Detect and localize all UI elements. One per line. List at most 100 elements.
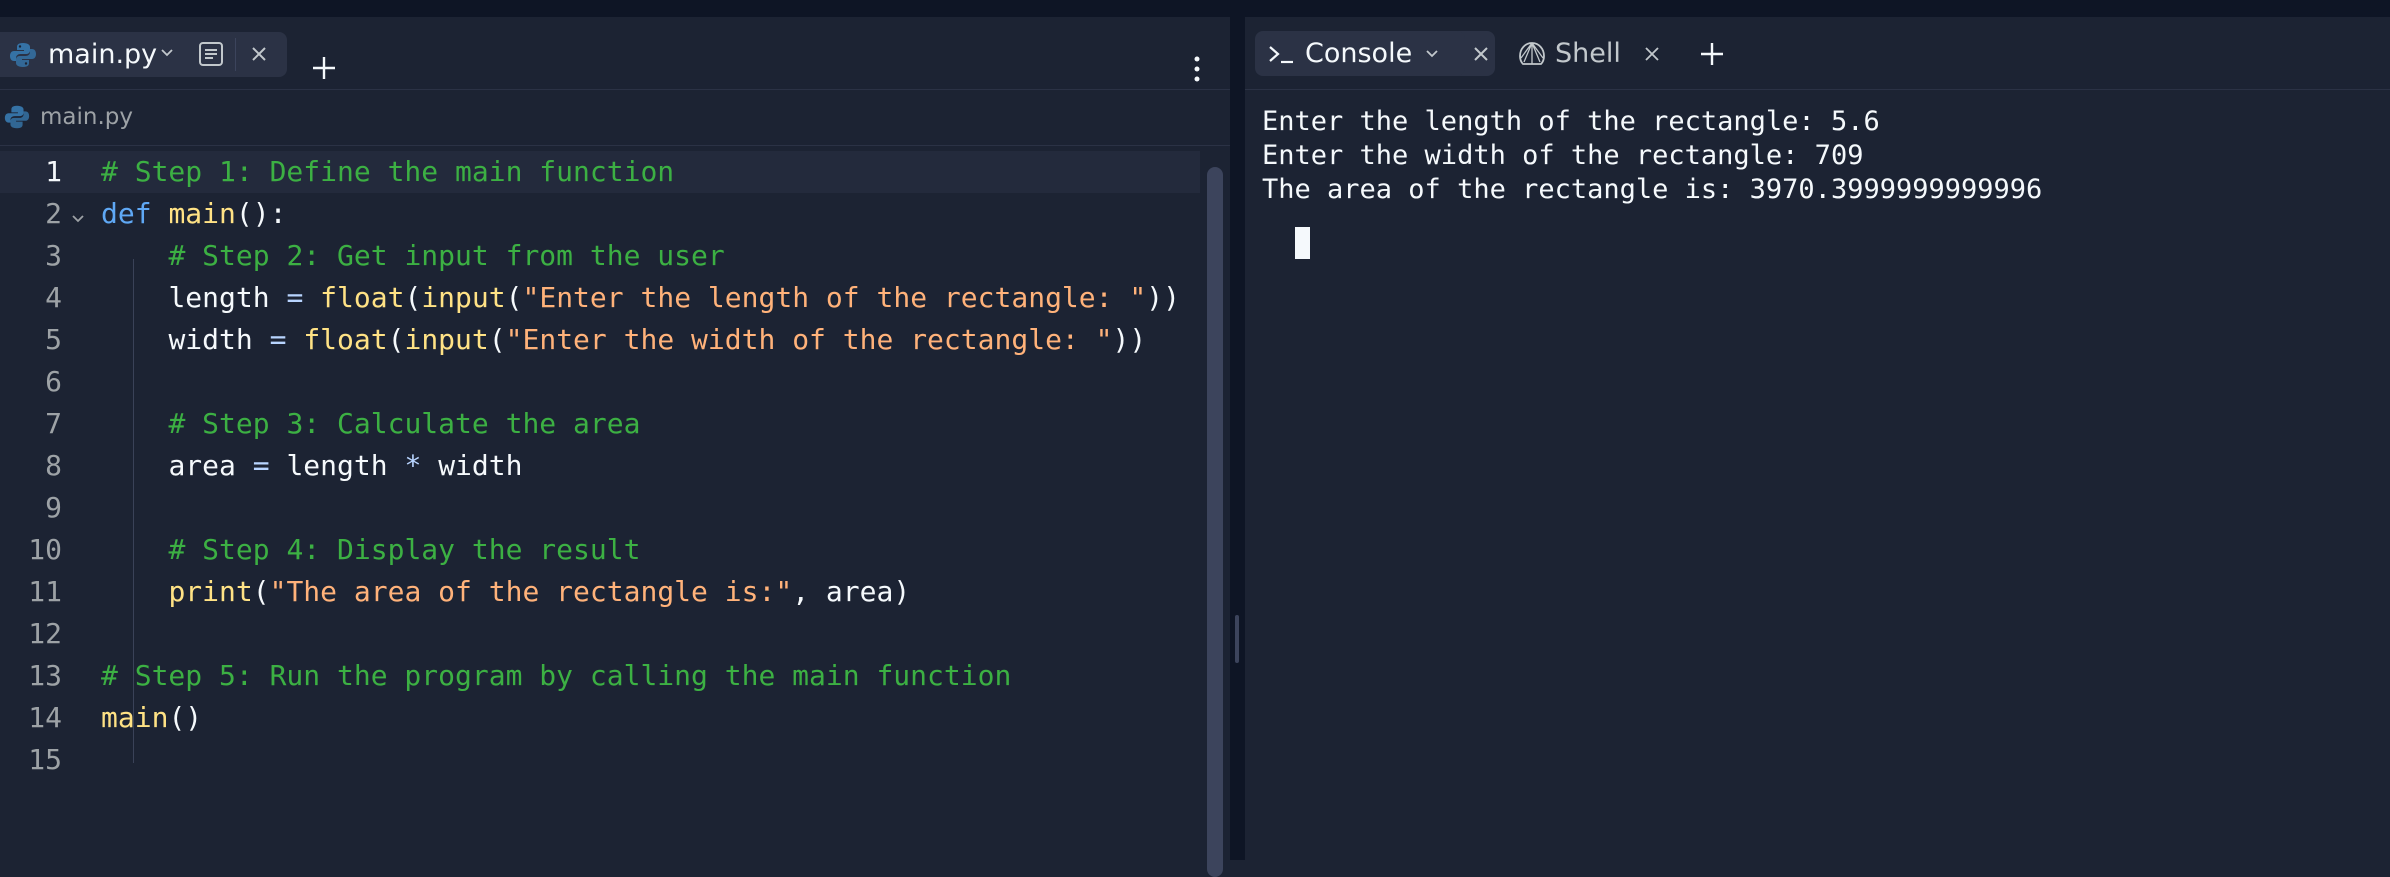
close-icon[interactable] xyxy=(248,43,270,65)
plus-icon[interactable] xyxy=(1698,40,1726,68)
code-line[interactable]: 11 print("The area of the rectangle is:"… xyxy=(0,571,1200,613)
code-token: ( xyxy=(505,281,523,314)
code-token: = xyxy=(269,323,287,356)
line-number: 2 xyxy=(45,197,62,230)
code-editor[interactable]: 1 # Step 1: Define the main function 2 def … xyxy=(0,147,1230,860)
code-line[interactable]: 6 xyxy=(0,361,1200,403)
code-token: width xyxy=(168,323,253,356)
kebab-menu-icon[interactable] xyxy=(1193,55,1201,83)
code-line[interactable]: 12 xyxy=(0,613,1200,655)
code-token: area xyxy=(168,449,236,482)
code-text: print("The area of the rectangle is:", a… xyxy=(101,571,910,613)
plus-icon[interactable] xyxy=(310,54,338,82)
breadcrumb: main.py xyxy=(0,90,1230,146)
pane-resize-handle[interactable] xyxy=(1235,615,1239,663)
tab-separator xyxy=(235,38,236,71)
chevron-down-icon[interactable] xyxy=(1425,46,1439,60)
line-number: 4 xyxy=(45,281,62,314)
code-token: input xyxy=(421,281,506,314)
code-line[interactable]: 7 # Step 3: Calculate the area xyxy=(0,403,1200,445)
code-token: "Enter the length of the rectangle: " xyxy=(522,281,1147,314)
code-token: length xyxy=(286,449,388,482)
fold-chevron-icon[interactable] xyxy=(70,213,86,225)
line-number: 9 xyxy=(45,491,62,524)
code-line[interactable]: 14 main() xyxy=(0,697,1200,739)
code-text: width = float(input("Enter the width of … xyxy=(101,319,1146,361)
code-token: )) xyxy=(1146,281,1180,314)
code-token: # Step 2: Get input from the user xyxy=(168,239,725,272)
code-line[interactable]: 9 xyxy=(0,487,1200,529)
code-token: def xyxy=(101,197,152,230)
code-token: main xyxy=(101,701,169,734)
code-line[interactable]: 2 def main(): xyxy=(0,193,1200,235)
chevron-down-icon[interactable] xyxy=(160,45,174,59)
editor-tab-label: main.py xyxy=(48,39,158,70)
code-text: # Step 5: Run the program by calling the… xyxy=(101,655,1011,697)
code-token: # Step 3: Calculate the area xyxy=(168,407,641,440)
code-token: "The area of the rectangle is:" xyxy=(269,575,793,608)
python-icon xyxy=(4,105,30,129)
console-tab-label: Console xyxy=(1305,38,1413,69)
code-line[interactable]: 13 # Step 5: Run the program by calling t… xyxy=(0,655,1200,697)
code-text: def main(): xyxy=(101,193,286,235)
code-line[interactable]: 3 # Step 2: Get input from the user xyxy=(0,235,1200,277)
code-token: # Step 4: Display the result xyxy=(168,533,641,566)
code-token: () xyxy=(168,701,203,734)
code-token: ( xyxy=(488,323,506,356)
editor-scrollbar[interactable] xyxy=(1207,167,1223,877)
line-number: 12 xyxy=(28,617,62,650)
document-icon[interactable] xyxy=(197,40,225,68)
breadcrumb-filename[interactable]: main.py xyxy=(40,90,133,145)
close-icon[interactable] xyxy=(1470,43,1492,65)
console-cursor xyxy=(1295,227,1310,259)
close-icon[interactable] xyxy=(1642,44,1662,64)
code-line[interactable]: 5 width = float(input("Enter the width o… xyxy=(0,319,1200,361)
line-number: 1 xyxy=(45,155,62,188)
code-token: ) xyxy=(893,575,911,608)
code-token: # Step 5: Run the program by calling the… xyxy=(101,659,1012,692)
line-number: 5 xyxy=(45,323,62,356)
code-token: # Step 1: Define the main function xyxy=(101,155,675,188)
line-number: 11 xyxy=(28,575,62,608)
code-line[interactable]: 10 # Step 4: Display the result xyxy=(0,529,1200,571)
code-token: "Enter the width of the rectangle: " xyxy=(505,323,1113,356)
line-number: 10 xyxy=(28,533,62,566)
code-token: float xyxy=(320,281,405,314)
window-top-strip xyxy=(0,0,2390,17)
shell-icon xyxy=(1519,42,1545,65)
console-pane: Console Shell Enter the length of the re… xyxy=(1245,17,2390,860)
code-text: main() xyxy=(101,697,202,739)
console-line: The area of the rectangle is: 3970.39999… xyxy=(1262,174,2043,205)
code-token: (): xyxy=(235,197,287,230)
editor-pane: main.py main.py 1 # Step 1: Define the m… xyxy=(0,17,1230,877)
tab-shell[interactable]: Shell xyxy=(1555,31,1621,76)
code-token: * xyxy=(404,449,422,482)
code-token: = xyxy=(252,449,270,482)
code-token: ( xyxy=(387,323,405,356)
code-line[interactable]: 4 length = float(input("Enter the length… xyxy=(0,277,1200,319)
code-text: length = float(input("Enter the length o… xyxy=(101,277,1180,319)
console-output[interactable]: Enter the length of the rectangle: 5.6 E… xyxy=(1262,105,2372,805)
code-token: ( xyxy=(252,575,270,608)
tab-console[interactable]: Console xyxy=(1255,31,1465,76)
code-token: print xyxy=(168,575,253,608)
code-token: )) xyxy=(1112,323,1147,356)
code-line[interactable]: 8 area = length * width xyxy=(0,445,1200,487)
code-line[interactable]: 15 xyxy=(0,739,1200,781)
code-text: # Step 2: Get input from the user xyxy=(101,235,725,277)
editor-tab-main-py[interactable]: main.py xyxy=(0,32,287,77)
line-number: 13 xyxy=(28,659,62,692)
code-line[interactable]: 1 # Step 1: Define the main function xyxy=(0,151,1200,193)
